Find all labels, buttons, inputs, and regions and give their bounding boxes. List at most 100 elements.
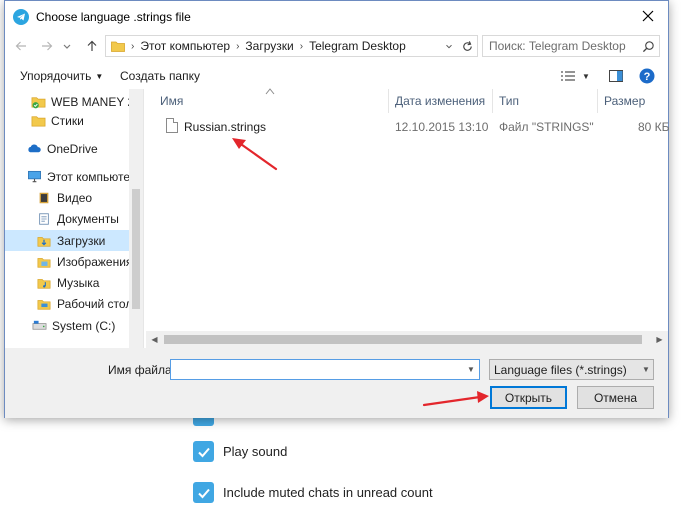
arrow-up-icon: [87, 40, 97, 51]
checkmark-icon: [197, 488, 210, 498]
breadcrumb-separator: ›: [236, 40, 240, 52]
play-sound-checkbox[interactable]: [193, 441, 214, 462]
scroll-right-icon[interactable]: ▶: [651, 331, 668, 348]
address-dropdown-button[interactable]: [443, 39, 455, 53]
file-modified: 12.10.2015 13:10: [395, 120, 489, 134]
arrow-right-icon: [42, 41, 53, 51]
chevron-down-icon: ▼: [642, 365, 650, 374]
sidebar-item-music[interactable]: Музыка: [5, 272, 129, 293]
filetype-value: Language files (*.strings): [494, 362, 627, 377]
sidebar-scrollbar[interactable]: [129, 89, 143, 348]
dialog-footer: Имя файла: ▼ Language files (*.strings) …: [5, 348, 668, 418]
play-sound-option[interactable]: Play sound: [193, 441, 287, 462]
search-icon[interactable]: [640, 38, 656, 54]
cancel-button[interactable]: Отмена: [577, 386, 654, 409]
search-input[interactable]: Поиск: Telegram Desktop: [489, 39, 640, 53]
up-button[interactable]: [83, 37, 101, 55]
sidebar-item-this-pc[interactable]: Этот компьютер: [5, 166, 137, 187]
downloads-folder-icon: [36, 233, 52, 249]
chevron-down-icon: [446, 44, 452, 49]
sidebar-item-label: Этот компьютер: [47, 169, 137, 184]
cloud-icon: [26, 141, 42, 157]
file-name[interactable]: Russian.strings: [184, 120, 266, 134]
sidebar-item-system-c[interactable]: System (C:): [5, 315, 129, 336]
details-view-icon: [561, 71, 576, 81]
open-button-label: Открыть: [504, 390, 553, 405]
sidebar-item-documents[interactable]: Документы: [5, 208, 129, 229]
include-muted-checkbox[interactable]: [193, 482, 214, 503]
sidebar-item-label: Музыка: [57, 275, 100, 290]
sidebar-item-pictures[interactable]: Изображения: [5, 251, 133, 272]
filename-label: Имя файла:: [108, 363, 175, 377]
navigation-row: › Этот компьютер › Загрузки › Telegram D…: [5, 32, 668, 60]
horizontal-scroll-thumb[interactable]: [164, 335, 642, 344]
recent-locations-button[interactable]: [61, 37, 73, 55]
play-sound-label: Play sound: [223, 444, 288, 459]
scroll-left-icon[interactable]: ◀: [146, 331, 163, 348]
sidebar-item-video[interactable]: Видео: [5, 187, 129, 208]
video-folder-icon: [36, 190, 52, 206]
caret-down-icon: ▼: [582, 71, 590, 81]
file-size: 80 КБ: [638, 120, 670, 134]
chevron-down-icon: [63, 44, 71, 49]
folder-icon: [111, 41, 125, 52]
caret-down-icon: ▼: [95, 71, 104, 81]
cancel-button-label: Отмена: [593, 390, 638, 405]
column-header-modified[interactable]: Дата изменения: [389, 89, 493, 113]
refresh-icon: [462, 40, 472, 51]
search-box[interactable]: Поиск: Telegram Desktop: [482, 35, 660, 57]
dialog-toolbar: Упорядочить ▼ Создать папку ▼ ?: [5, 63, 668, 89]
preview-pane-button[interactable]: [607, 67, 625, 85]
organize-button[interactable]: Упорядочить ▼: [20, 67, 103, 85]
sidebar-item-onedrive[interactable]: OneDrive: [5, 138, 129, 159]
column-header-size[interactable]: Размер: [598, 89, 668, 113]
sidebar-item-desktop[interactable]: Рабочий стол: [5, 293, 132, 314]
sidebar-item-label: Загрузки: [57, 233, 106, 248]
filename-dropdown-icon[interactable]: ▼: [465, 363, 477, 376]
help-icon: ?: [639, 68, 655, 84]
computer-icon: [26, 169, 42, 185]
breadcrumb-telegram-desktop[interactable]: Telegram Desktop: [309, 39, 406, 53]
sidebar-item-stiki[interactable]: Стики: [5, 110, 129, 131]
sidebar-item-downloads[interactable]: Загрузки: [5, 230, 129, 251]
close-icon: [642, 10, 654, 22]
back-button[interactable]: [12, 37, 30, 55]
file-icon: [166, 118, 178, 133]
hidden-checkbox-edge: [193, 418, 214, 426]
svg-text:?: ?: [644, 71, 651, 83]
open-button[interactable]: Открыть: [490, 386, 567, 409]
folder-icon: [30, 113, 46, 129]
telegram-icon: [13, 8, 29, 25]
filename-input[interactable]: ▼: [170, 359, 480, 380]
column-header-type[interactable]: Тип: [493, 89, 598, 113]
dialog-title: Choose language .strings file: [36, 9, 191, 24]
include-muted-option[interactable]: Include muted chats in unread count: [193, 482, 433, 503]
organize-label: Упорядочить: [20, 69, 92, 83]
sidebar-item-label: System (C:): [52, 318, 116, 333]
breadcrumb-downloads[interactable]: Загрузки: [245, 39, 293, 53]
breadcrumb-this-pc[interactable]: Этот компьютер: [140, 39, 230, 53]
refresh-button[interactable]: [460, 39, 474, 53]
filetype-select[interactable]: Language files (*.strings) ▼: [489, 359, 654, 380]
view-options-button[interactable]: ▼: [560, 67, 590, 85]
sidebar-item-label: Изображения: [57, 254, 133, 269]
file-list: Имя Дата изменения Тип Размер Russian.st…: [146, 88, 670, 348]
folder-check-icon: [30, 94, 46, 110]
sidebar-item-web-maney[interactable]: WEB MANEY 2016: [5, 91, 143, 112]
address-bar[interactable]: › Этот компьютер › Загрузки › Telegram D…: [105, 35, 478, 57]
help-button[interactable]: ?: [638, 67, 656, 85]
include-muted-label: Include muted chats in unread count: [223, 485, 433, 500]
breadcrumb-separator: ›: [299, 40, 304, 52]
breadcrumb-separator: ›: [131, 40, 135, 52]
file-row[interactable]: Russian.strings 12.10.2015 13:10 Файл "S…: [146, 116, 670, 138]
horizontal-scrollbar[interactable]: ◀ ▶: [146, 331, 668, 348]
close-button[interactable]: [628, 1, 668, 31]
sidebar-scroll-thumb[interactable]: [132, 189, 140, 309]
navigation-pane: WEB MANEY 2016 Стики OneDrive Этот компь…: [5, 89, 144, 348]
new-folder-button[interactable]: Создать папку: [120, 67, 200, 85]
dialog-titlebar[interactable]: Choose language .strings file: [5, 1, 668, 32]
file-open-dialog: Choose language .strings file › Этот ком…: [4, 0, 670, 418]
forward-button[interactable]: [38, 37, 56, 55]
music-folder-icon: [36, 275, 52, 291]
sidebar-item-label: Документы: [57, 211, 119, 226]
